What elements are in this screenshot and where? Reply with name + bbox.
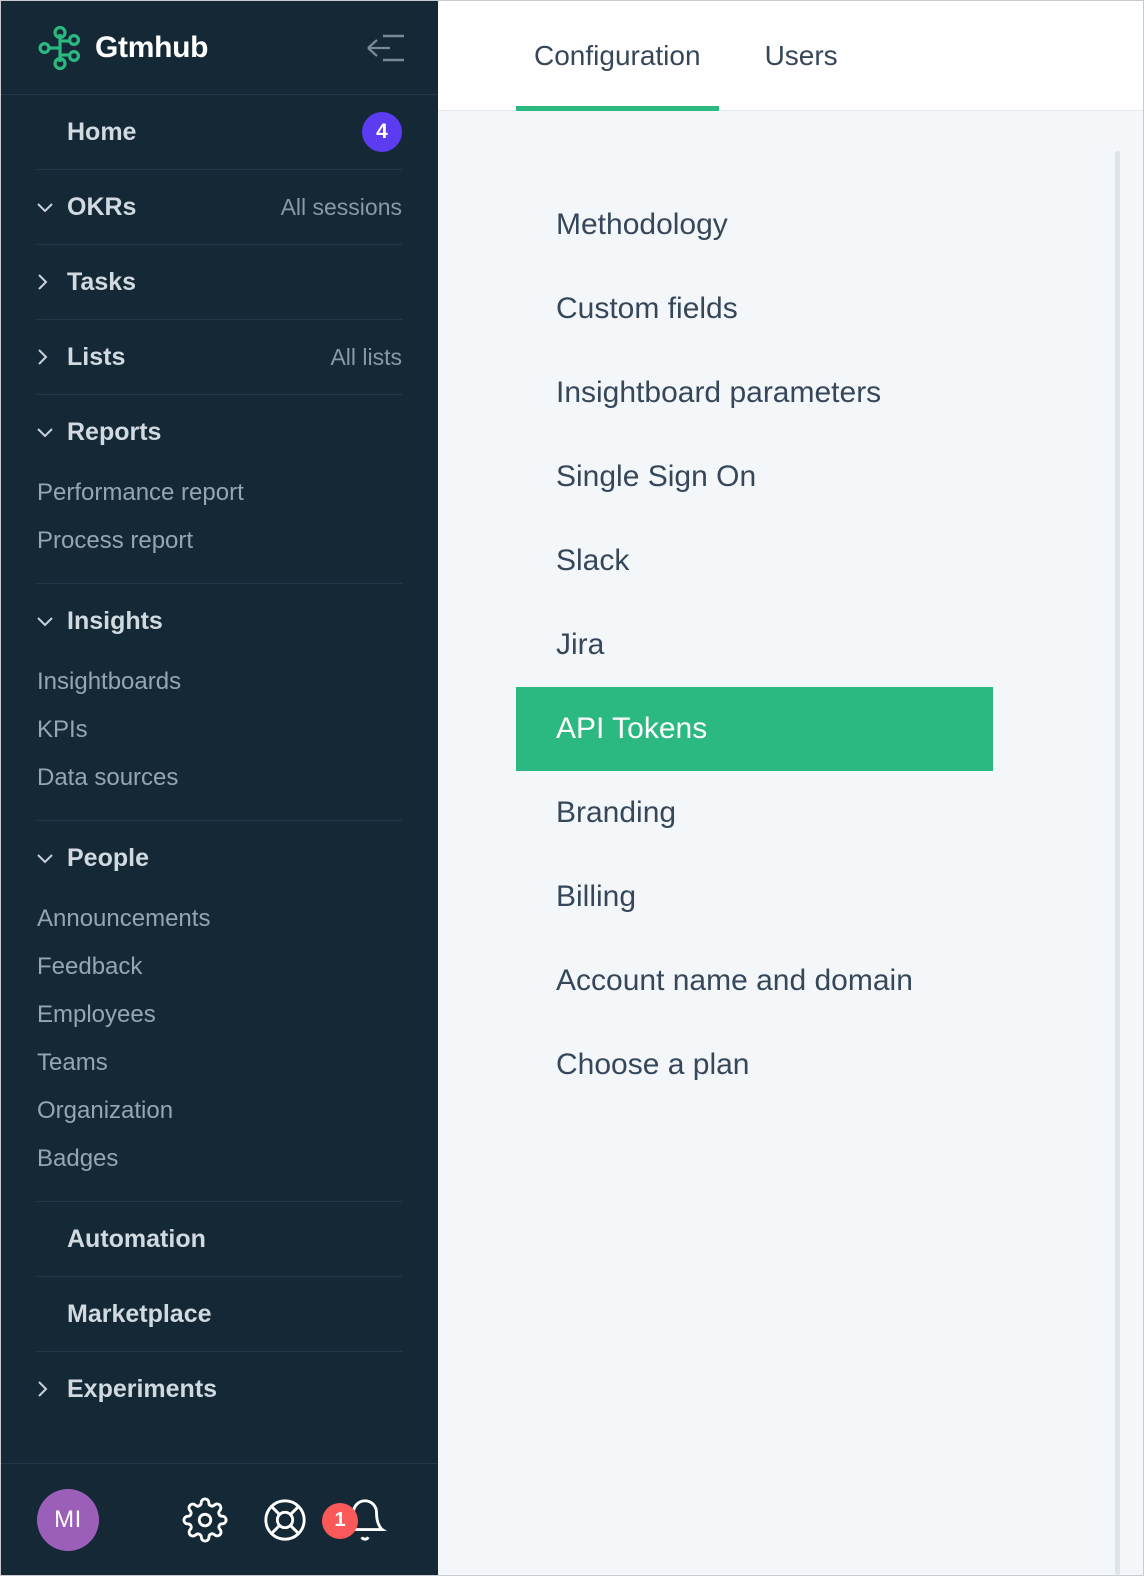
tab-label: Users [764,40,838,71]
gear-icon[interactable] [182,1497,228,1543]
sidebar-item-announcements[interactable]: Announcements [37,895,402,943]
config-item-insightboard-parameters[interactable]: Insightboard parameters [516,351,993,435]
config-item-jira[interactable]: Jira [516,603,993,687]
sidebar-item-people[interactable]: People [37,821,402,895]
sidebar-item-organization[interactable]: Organization [37,1087,402,1135]
sidebar-group-home: Home 4 [37,95,402,170]
bell-icon[interactable]: 1 [322,1497,388,1543]
sidebar-item-label: OKRs [67,192,137,221]
chevron-right-icon [37,1381,59,1397]
sidebar-all-sessions-link[interactable]: All sessions [281,194,402,221]
notification-badge: 1 [322,1502,358,1539]
configuration-list: Methodology Custom fields Insightboard p… [438,183,1143,1107]
configuration-panel: Methodology Custom fields Insightboard p… [438,111,1143,1575]
brand-name: Gtmhub [95,30,209,64]
avatar[interactable]: MI [37,1488,99,1551]
sidebar-item-feedback[interactable]: Feedback [37,943,402,991]
chevron-right-icon [37,349,59,365]
sidebar-item-tasks[interactable]: Tasks [37,245,402,319]
config-item-methodology[interactable]: Methodology [516,183,993,267]
config-item-branding[interactable]: Branding [516,771,993,855]
node-graph-icon [37,25,83,71]
collapse-sidebar-icon[interactable] [366,27,408,69]
sidebar-item-label: Experiments [67,1374,218,1403]
sidebar-item-label: Reports [67,417,162,446]
sidebar-group-marketplace: Marketplace [37,1277,402,1352]
lifebuoy-icon[interactable] [262,1497,308,1543]
sidebar-item-label: Automation [67,1224,206,1253]
sidebar: Gtmhub Home 4 OKRs All sessions Tasks Li… [1,1,438,1575]
sidebar-item-automation[interactable]: Automation [37,1202,402,1276]
tab-label: Configuration [534,40,701,71]
sidebar-item-insights[interactable]: Insights [37,584,402,658]
sidebar-item-marketplace[interactable]: Marketplace [37,1277,402,1351]
vertical-scrollbar[interactable] [1115,151,1120,1575]
sidebar-footer: MI 1 [1,1463,438,1575]
brand[interactable]: Gtmhub [37,25,208,71]
sidebar-all-lists-link[interactable]: All lists [330,344,402,371]
config-item-custom-fields[interactable]: Custom fields [516,267,993,351]
sidebar-sublist-insights: Insightboards KPIs Data sources [37,658,402,820]
main-content: Configuration Users Methodology Custom f… [438,1,1143,1575]
chevron-down-icon [37,616,59,627]
sidebar-item-kpis[interactable]: KPIs [37,706,402,754]
sidebar-group-experiments: Experiments [37,1352,402,1426]
tabbar: Configuration Users [438,1,1143,111]
sidebar-group-automation: Automation [37,1202,402,1277]
sidebar-item-label: People [67,843,149,872]
footer-icon-group: 1 [182,1497,402,1543]
sidebar-item-label: Marketplace [67,1299,212,1328]
chevron-down-icon [37,853,59,864]
sidebar-header: Gtmhub [1,1,438,95]
config-item-billing[interactable]: Billing [516,855,993,939]
config-item-choose-a-plan[interactable]: Choose a plan [516,1023,993,1107]
tab-users[interactable]: Users [747,1,856,111]
tab-configuration[interactable]: Configuration [516,1,719,111]
sidebar-group-reports: Reports Performance report Process repor… [37,395,402,584]
chevron-down-icon [37,202,59,213]
sidebar-item-data-sources[interactable]: Data sources [37,754,402,802]
home-badge: 4 [362,112,402,152]
sidebar-item-label: Lists [67,342,126,371]
sidebar-sublist-reports: Performance report Process report [37,469,402,583]
config-item-single-sign-on[interactable]: Single Sign On [516,435,993,519]
sidebar-item-experiments[interactable]: Experiments [37,1352,402,1426]
sidebar-nav: Home 4 OKRs All sessions Tasks Lists All… [1,95,438,1463]
app-root: Gtmhub Home 4 OKRs All sessions Tasks Li… [0,0,1144,1576]
sidebar-item-label: Tasks [67,267,137,296]
sidebar-sublist-people: Announcements Feedback Employees Teams O… [37,895,402,1201]
sidebar-item-okrs[interactable]: OKRs All sessions [37,170,402,244]
sidebar-item-employees[interactable]: Employees [37,991,402,1039]
sidebar-item-process-report[interactable]: Process report [37,517,402,565]
sidebar-item-teams[interactable]: Teams [37,1039,402,1087]
sidebar-item-home[interactable]: Home 4 [37,95,402,169]
sidebar-group-people: People Announcements Feedback Employees … [37,821,402,1202]
sidebar-item-performance-report[interactable]: Performance report [37,469,402,517]
sidebar-group-tasks: Tasks [37,245,402,320]
chevron-down-icon [37,427,59,438]
config-item-slack[interactable]: Slack [516,519,993,603]
config-item-account-name-and-domain[interactable]: Account name and domain [516,939,993,1023]
sidebar-item-badges[interactable]: Badges [37,1135,402,1183]
sidebar-group-okrs: OKRs All sessions [37,170,402,245]
config-item-api-tokens[interactable]: API Tokens [516,687,993,771]
sidebar-item-label: Home [67,117,137,146]
sidebar-group-insights: Insights Insightboards KPIs Data sources [37,584,402,821]
sidebar-item-lists[interactable]: Lists All lists [37,320,402,394]
sidebar-group-lists: Lists All lists [37,320,402,395]
sidebar-item-reports[interactable]: Reports [37,395,402,469]
chevron-right-icon [37,274,59,290]
sidebar-item-insightboards[interactable]: Insightboards [37,658,402,706]
sidebar-item-label: Insights [67,606,163,635]
